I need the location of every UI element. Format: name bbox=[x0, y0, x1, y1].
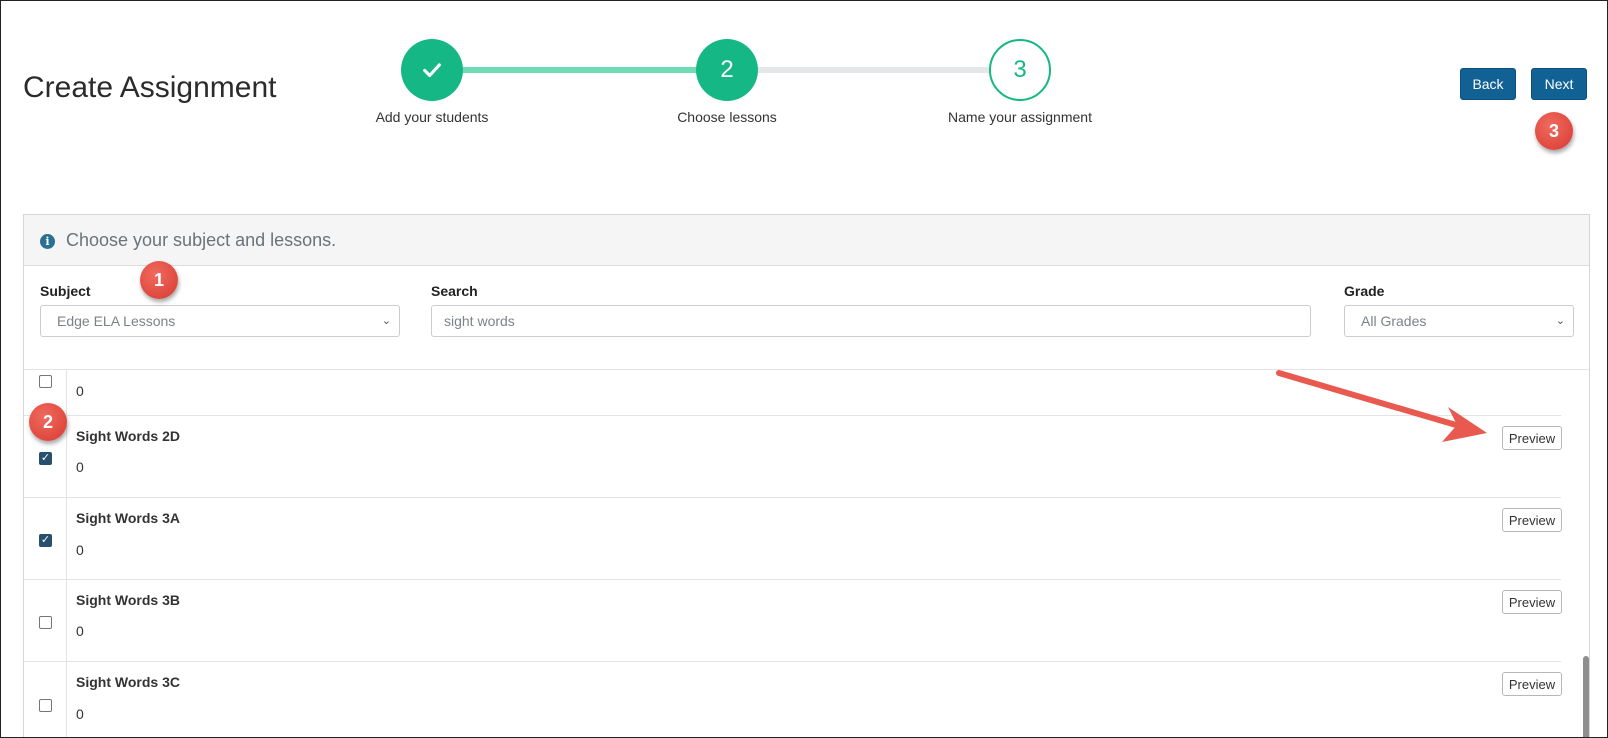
lesson-count: 0 bbox=[76, 459, 84, 475]
preview-button[interactable]: Preview bbox=[1502, 508, 1562, 532]
back-button[interactable]: Back bbox=[1460, 68, 1516, 100]
lesson-checkbox-checked[interactable]: ✓ bbox=[39, 452, 52, 465]
lesson-count: 0 bbox=[76, 383, 84, 399]
lesson-row: ✓ Sight Words 3A 0 Preview bbox=[24, 497, 1562, 580]
step-2-label: Choose lessons bbox=[677, 109, 777, 125]
grade-select[interactable]: All Grades ⌄ bbox=[1344, 305, 1574, 337]
lesson-count: 0 bbox=[76, 542, 84, 558]
subject-label: Subject bbox=[40, 283, 91, 299]
lesson-row: Sight Words 3B 0 Preview bbox=[24, 579, 1562, 662]
search-input-value: sight words bbox=[444, 313, 515, 329]
annotation-badge-3: 3 bbox=[1535, 112, 1573, 150]
lesson-row: Sight Words 3C 0 Preview bbox=[24, 661, 1562, 737]
preview-button[interactable]: Preview bbox=[1502, 426, 1562, 450]
step-1-label: Add your students bbox=[375, 109, 489, 125]
grade-label: Grade bbox=[1344, 283, 1385, 299]
lesson-selection-panel: i Choose your subject and lessons. Subje… bbox=[23, 214, 1590, 737]
lesson-name: Sight Words 2D bbox=[76, 428, 180, 444]
step-1-circle[interactable] bbox=[401, 39, 463, 101]
subject-select[interactable]: Edge ELA Lessons ⌄ bbox=[40, 305, 400, 337]
list-scrollbar[interactable] bbox=[1583, 656, 1589, 737]
lesson-count: 0 bbox=[76, 706, 84, 722]
info-icon: i bbox=[40, 234, 55, 249]
step-3-number: 3 bbox=[1013, 56, 1027, 83]
stepper-progress-line-complete bbox=[431, 67, 727, 73]
lesson-row: ✓ Sight Words 2D 0 Preview bbox=[24, 415, 1562, 498]
step-3-label: Name your assignment bbox=[948, 109, 1092, 125]
lesson-checkbox[interactable] bbox=[39, 699, 52, 712]
grade-select-value: All Grades bbox=[1361, 313, 1427, 329]
panel-header: i Choose your subject and lessons. bbox=[24, 215, 1589, 266]
annotation-badge-1: 1 bbox=[140, 261, 178, 299]
lesson-name: Sight Words 3A bbox=[76, 510, 180, 526]
page-title: Create Assignment bbox=[23, 71, 277, 104]
lesson-checkbox-checked[interactable]: ✓ bbox=[39, 534, 52, 547]
chevron-down-icon: ⌄ bbox=[1555, 315, 1565, 327]
chevron-down-icon: ⌄ bbox=[381, 315, 391, 327]
step-2-number: 2 bbox=[720, 56, 734, 83]
step-3-circle[interactable]: 3 bbox=[989, 39, 1051, 101]
subject-select-value: Edge ELA Lessons bbox=[57, 313, 176, 329]
check-icon bbox=[423, 63, 441, 78]
lesson-name: Sight Words 3B bbox=[76, 592, 180, 608]
lesson-name: Sight Words 3C bbox=[76, 674, 180, 690]
next-button[interactable]: Next bbox=[1531, 68, 1587, 100]
screenshot-frame: Create Assignment 2 3 Add your students … bbox=[0, 0, 1608, 738]
search-input[interactable]: sight words bbox=[431, 305, 1311, 337]
lesson-checkbox[interactable] bbox=[39, 616, 52, 629]
lesson-row: 0 bbox=[24, 369, 1561, 416]
panel-title: Choose your subject and lessons. bbox=[66, 230, 337, 250]
preview-button[interactable]: Preview bbox=[1502, 672, 1562, 696]
lesson-checkbox[interactable] bbox=[39, 375, 52, 388]
step-2-circle[interactable]: 2 bbox=[696, 39, 758, 101]
search-label: Search bbox=[431, 283, 478, 299]
stepper-progress-line-pending bbox=[727, 67, 1017, 73]
preview-button[interactable]: Preview bbox=[1502, 590, 1562, 614]
lesson-count: 0 bbox=[76, 623, 84, 639]
annotation-badge-2: 2 bbox=[29, 403, 67, 441]
